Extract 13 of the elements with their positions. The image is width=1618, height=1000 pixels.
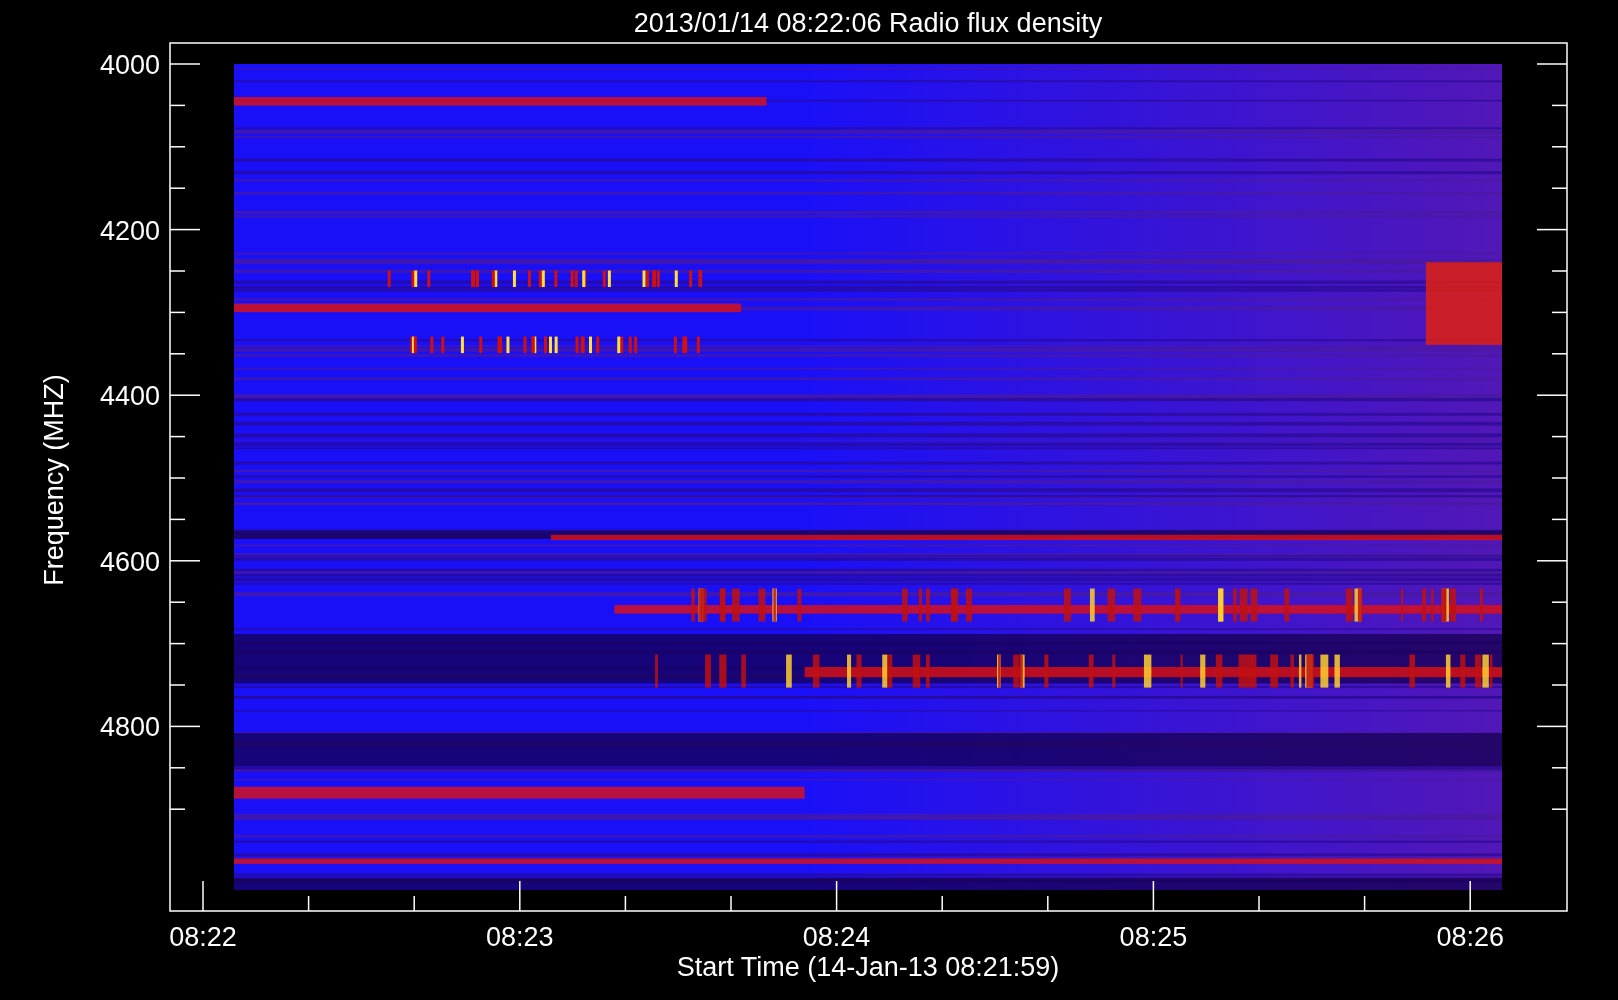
- plot-title: 2013/01/14 08:22:06 Radio flux density: [633, 8, 1103, 38]
- y-tick-label: 4200: [99, 215, 160, 246]
- y-tick-label: 4600: [99, 546, 160, 577]
- y-tick-label: 4400: [99, 381, 160, 412]
- x-axis-label: Start Time (14-Jan-13 08:21:59): [676, 952, 1060, 982]
- x-tick-label: 08:22: [169, 922, 237, 952]
- x-tick-label: 08:23: [486, 922, 554, 952]
- y-axis-label: Frequency (MHZ): [39, 374, 69, 586]
- x-tick-label: 08:25: [1119, 922, 1188, 952]
- y-tick-label: 4800: [99, 712, 160, 743]
- x-tick-label: 08:26: [1436, 922, 1504, 952]
- y-tick-label: 4000: [99, 50, 160, 80]
- x-tick-label: 08:24: [802, 922, 871, 952]
